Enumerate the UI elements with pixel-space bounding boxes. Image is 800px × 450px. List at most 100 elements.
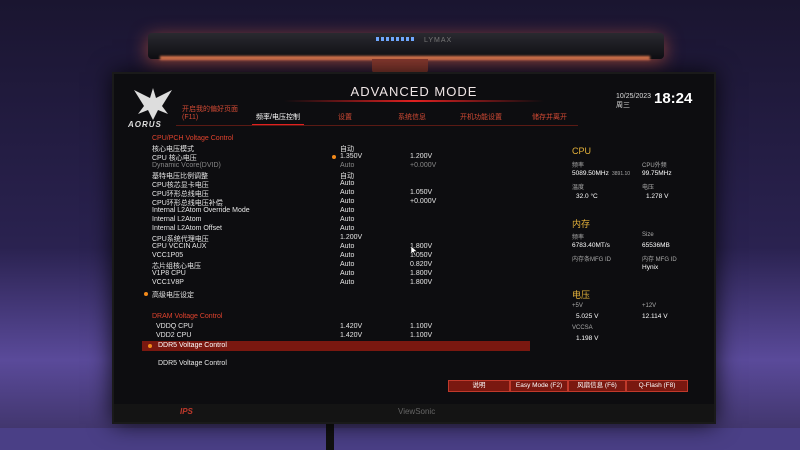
p5-label: +5V	[572, 303, 583, 309]
row-value[interactable]: Auto	[340, 279, 354, 286]
clock: 18:24	[654, 90, 693, 107]
cpu-ext-label: CPU外频	[642, 163, 667, 169]
cpu-ext-value: 99.75MHz	[642, 170, 672, 177]
ips-badge: IPS	[180, 407, 193, 416]
advanced-voltage-submenu[interactable]: 高级电压设定	[144, 290, 194, 300]
row-label: Dynamic Vcore(DVID)	[152, 162, 221, 169]
row-current: +0.000V	[410, 162, 437, 169]
cpu-freq-value: 5089.50MHz	[572, 170, 609, 177]
easy-mode-button[interactable]: Easy Mode (F2)	[510, 380, 568, 392]
row-value[interactable]: 1.420V	[340, 332, 362, 339]
ddr5-voltage-item[interactable]: DDR5 Voltage Control	[158, 360, 227, 367]
submenu-label: 高级电压设定	[152, 292, 194, 299]
setting-row[interactable]: CPU 核心电压 1.350V 1.200V	[152, 153, 452, 162]
setting-row[interactable]: CPU系统代理电压 1.200V	[152, 234, 452, 243]
tab-settings[interactable]: 设置	[338, 112, 352, 122]
vccsa-value: 1.198 V	[576, 335, 599, 342]
mem-mfg2-label: 内存 MFG ID	[642, 257, 677, 263]
row-value[interactable]: Auto	[340, 162, 354, 169]
row-value[interactable]: Auto	[340, 243, 354, 250]
row-value[interactable]: Auto	[340, 216, 354, 223]
setting-row[interactable]: CPU VCCIN AUX Auto 1.800V	[152, 243, 452, 252]
help-button[interactable]: 说明	[448, 380, 510, 392]
cpu-volt-label: 电压	[642, 185, 655, 191]
setting-row[interactable]: VDDQ CPU 1.420V 1.100V	[156, 323, 456, 332]
setting-row[interactable]: Dynamic Vcore(DVID) Auto +0.000V	[152, 162, 452, 171]
row-value[interactable]: 1.420V	[340, 323, 362, 330]
tab-boot[interactable]: 开机功能设置	[460, 112, 502, 122]
row-value[interactable]: Auto	[340, 180, 354, 187]
tab-system-info[interactable]: 系统信息	[398, 112, 426, 122]
fan-info-button[interactable]: 风扇信息 (F6)	[568, 380, 626, 392]
row-current: +0.000V	[410, 198, 437, 205]
cpu-panel-title: CPU	[572, 146, 592, 156]
setting-row[interactable]: CPU核芯显卡电压 Auto	[152, 180, 452, 189]
monitor: AORUS ADVANCED MODE 10/25/2023 周三 18:24 …	[112, 72, 716, 424]
row-current: 1.800V	[410, 270, 433, 277]
row-value[interactable]: 1.200V	[340, 234, 362, 241]
brand-logo-text: AORUS	[128, 120, 162, 129]
tab-freq-voltage[interactable]: 频率/电压控制	[252, 112, 304, 126]
row-value[interactable]: Auto	[340, 189, 354, 196]
setting-row[interactable]: Internal L2Atom Override Mode Auto	[152, 207, 452, 216]
row-value[interactable]: Auto	[340, 270, 354, 277]
cpu-freq-small: 3891.10	[612, 171, 631, 177]
row-label: Internal L2Atom Override Mode	[152, 207, 250, 214]
q-flash-button[interactable]: Q-Flash (F8)	[626, 380, 688, 392]
row-value[interactable]: Auto	[340, 198, 354, 205]
row-label: VCC1V8P	[152, 279, 184, 286]
row-current: 1.800V	[410, 279, 433, 286]
row-current: 0.820V	[410, 261, 433, 268]
setting-row[interactable]: 核心电压模式 自动	[152, 144, 452, 153]
setting-row[interactable]: VCC1P05 Auto 1.050V	[152, 252, 452, 261]
row-current: 1.100V	[410, 323, 433, 330]
setting-row[interactable]: 芯片组核心电压 Auto 0.820V	[152, 261, 452, 270]
ddr5-voltage-submenu[interactable]: DDR5 Voltage Control	[158, 342, 227, 349]
setting-row[interactable]: VDD2 CPU 1.420V 1.100V	[156, 332, 456, 341]
tab-label: 开启我的偏好页面	[182, 106, 238, 113]
tab-save-exit[interactable]: 储存并离开	[532, 112, 567, 122]
setting-row[interactable]: VCC1V8P Auto 1.800V	[152, 279, 452, 288]
memory-panel-title: 内存	[572, 219, 591, 229]
row-value[interactable]: Auto	[340, 261, 354, 268]
bios-screen: AORUS ADVANCED MODE 10/25/2023 周三 18:24 …	[114, 74, 714, 404]
setting-row[interactable]: Internal L2Atom Auto	[152, 216, 452, 225]
row-label: Internal L2Atom	[152, 216, 202, 223]
row-value[interactable]: Auto	[340, 225, 354, 232]
date-text: 10/25/2023	[616, 93, 652, 100]
row-label: V1P8 CPU	[152, 270, 186, 277]
setting-row[interactable]: 基特电压比例调整 自动	[152, 171, 452, 180]
row-value[interactable]: Auto	[340, 207, 354, 214]
cpu-temp-value: 32.0 °C	[576, 193, 598, 200]
tab-sublabel: (F11)	[182, 114, 199, 121]
row-label: VCC1P05	[152, 252, 184, 259]
row-current: 1.200V	[410, 153, 433, 160]
row-value[interactable]: 1.350V	[340, 153, 362, 160]
monitor-brand: ViewSonic	[398, 407, 436, 416]
cpu-section-title: CPU/PCH Voltage Control	[152, 135, 234, 142]
setting-row[interactable]: CPU环形总线电压补偿 Auto +0.000V	[152, 198, 452, 207]
mouse-cursor-icon	[411, 246, 418, 256]
modified-dot-icon	[332, 155, 336, 159]
setting-row[interactable]: V1P8 CPU Auto 1.800V	[152, 270, 452, 279]
title-underline	[284, 100, 544, 102]
tab-favorites[interactable]: 开启我的偏好页面 (F11)	[182, 104, 238, 121]
row-label: CPU VCCIN AUX	[152, 243, 207, 250]
mem-size-label: Size	[642, 232, 654, 238]
weekday-text: 周三	[616, 102, 630, 109]
mem-freq-label: 频率	[572, 235, 585, 241]
cpu-volt-value: 1.278 V	[646, 193, 669, 200]
cpu-temp-label: 温度	[572, 185, 585, 191]
dram-section-title: DRAM Voltage Control	[152, 313, 223, 320]
p12-value: 12.114 V	[642, 313, 668, 320]
row-current: 1.100V	[410, 332, 433, 339]
voltage-panel-title: 电压	[572, 290, 591, 300]
row-label: VDDQ CPU	[156, 323, 193, 330]
setting-row[interactable]: Internal L2Atom Offset Auto	[152, 225, 452, 234]
monitor-stand	[326, 420, 334, 450]
mem-mfg1-label: 内存条MFG ID	[572, 257, 611, 263]
row-value[interactable]: Auto	[340, 252, 354, 259]
p12-label: +12V	[642, 303, 657, 309]
cpu-freq-label: 频率	[572, 163, 585, 169]
setting-row[interactable]: CPU环形总线电压 Auto 1.050V	[152, 189, 452, 198]
